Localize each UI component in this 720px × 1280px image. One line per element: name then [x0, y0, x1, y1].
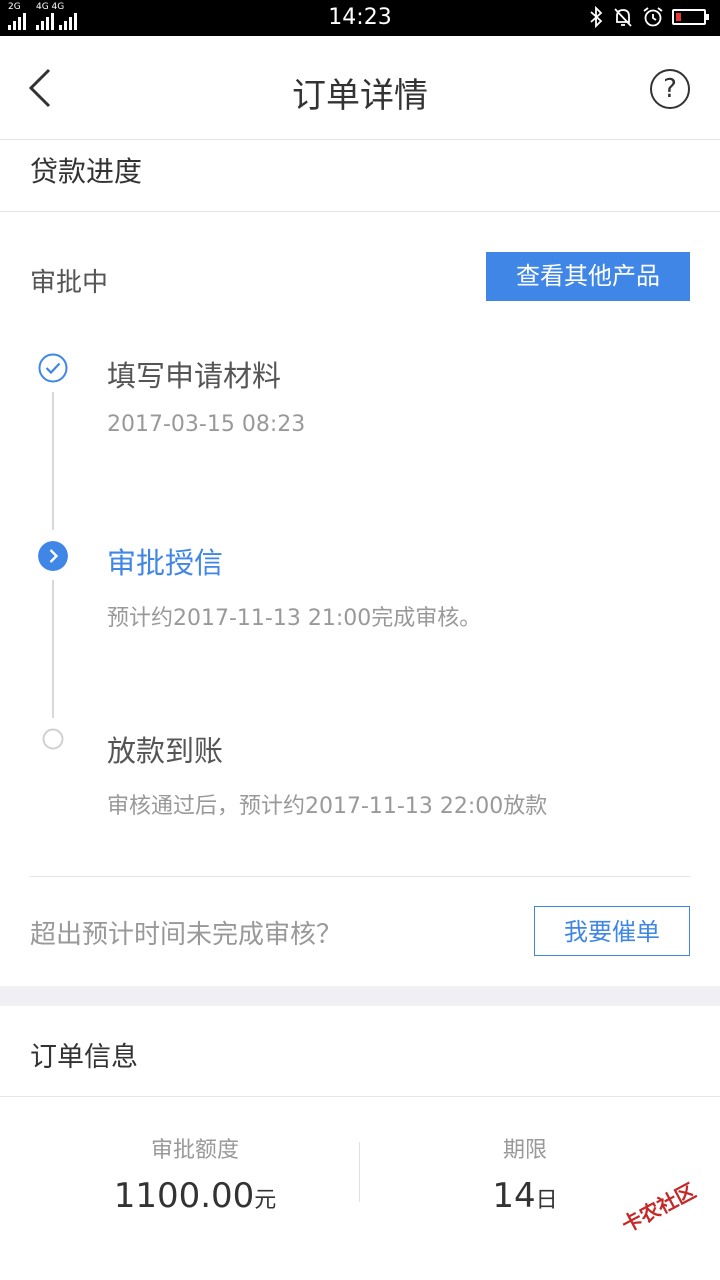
- step-title: 放款到账: [107, 734, 224, 768]
- divider: [30, 876, 690, 877]
- empty-circle-icon: [42, 728, 64, 750]
- order-info-title: 订单信息: [30, 1042, 138, 1073]
- divider: [0, 1096, 720, 1097]
- section-separator: [0, 986, 720, 1006]
- step-title-current: 审批授信: [107, 546, 224, 580]
- amount-number: 1100.00: [113, 1176, 255, 1216]
- step-subtitle: 预计约2017-11-13 21:00完成审核。: [107, 606, 482, 631]
- divider: [0, 211, 720, 212]
- nav-bar: 订单详情 ?: [0, 36, 720, 140]
- urge-order-button[interactable]: 我要催单: [534, 906, 690, 956]
- page-title: 订单详情: [292, 76, 428, 116]
- amount-unit: 元: [254, 1188, 277, 1213]
- approved-amount-value: 1100.00元: [45, 1176, 345, 1216]
- step-subtitle: 2017-03-15 08:23: [107, 412, 306, 437]
- vertical-divider: [359, 1142, 360, 1202]
- step-subtitle: 审核通过后，预计约2017-11-13 22:00放款: [107, 794, 548, 819]
- term-unit: 日: [535, 1188, 558, 1213]
- battery-icon: [672, 9, 709, 25]
- timeline-line: [52, 580, 54, 718]
- bluetooth-icon: [590, 6, 603, 28]
- view-other-products-button[interactable]: 查看其他产品: [486, 252, 690, 301]
- overdue-question: 超出预计时间未完成审核？: [30, 920, 343, 950]
- check-circle-icon: [38, 353, 68, 383]
- progress-section-title: 贷款进度: [30, 155, 143, 188]
- timeline-line: [52, 392, 54, 530]
- status-bar: 2G 4G 4G 14:23: [0, 0, 720, 36]
- mute-bell-icon: [614, 8, 632, 27]
- step-title: 填写申请材料: [107, 359, 282, 393]
- chevron-right-circle-icon: [38, 541, 68, 571]
- alarm-icon: [643, 7, 663, 27]
- help-icon[interactable]: ?: [650, 69, 690, 109]
- term-label: 期限: [502, 1138, 547, 1163]
- approval-status: 审批中: [30, 268, 109, 298]
- status-icons: [588, 6, 709, 28]
- term-number: 14: [492, 1176, 536, 1216]
- approved-amount-label: 审批额度: [150, 1138, 239, 1163]
